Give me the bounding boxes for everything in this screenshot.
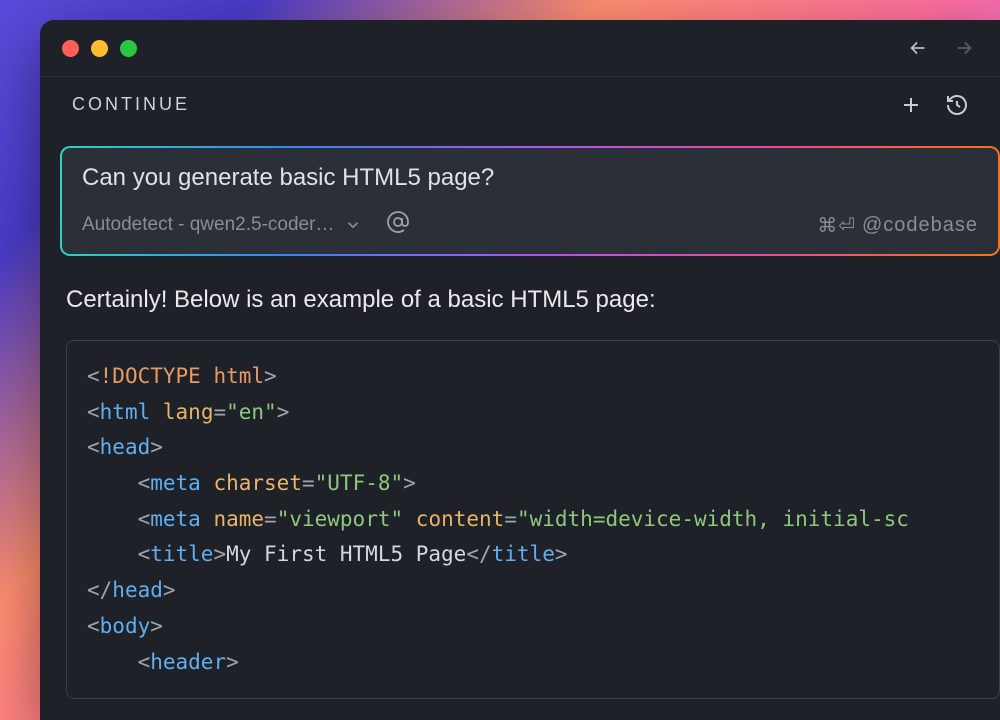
history-button[interactable] (942, 90, 972, 120)
arrow-left-icon (907, 37, 929, 59)
plus-icon (899, 93, 923, 117)
chat-input-controls: Autodetect - qwen2.5-coder… ⌘⏎ @codebase (82, 210, 978, 240)
chat-input-container: Can you generate basic HTML5 page? Autod… (60, 146, 1000, 256)
minimize-window-button[interactable] (91, 40, 108, 57)
maximize-window-button[interactable] (120, 40, 137, 57)
chat-content: Can you generate basic HTML5 page? Autod… (40, 132, 1000, 699)
app-window: CONTINUE Can you generate basic HTML5 pa… (40, 20, 1000, 720)
new-session-button[interactable] (896, 90, 926, 120)
back-button[interactable] (904, 34, 932, 62)
close-window-button[interactable] (62, 40, 79, 57)
forward-button[interactable] (950, 34, 978, 62)
panel-tab-label[interactable]: CONTINUE (72, 94, 190, 115)
panel-toolbar: CONTINUE (40, 76, 1000, 132)
arrow-right-icon (953, 37, 975, 59)
model-selector-label: Autodetect - qwen2.5-coder… (82, 214, 334, 236)
at-sign-icon (386, 210, 410, 234)
chat-input[interactable]: Can you generate basic HTML5 page? (82, 164, 978, 192)
titlebar (40, 20, 1000, 76)
code-block: <!DOCTYPE html> <html lang="en"> <head> … (66, 340, 1000, 699)
assistant-response: Certainly! Below is an example of a basi… (60, 256, 1000, 699)
traffic-lights (62, 40, 137, 57)
model-selector[interactable]: Autodetect - qwen2.5-coder… (82, 214, 362, 236)
response-intro-text: Certainly! Below is an example of a basi… (66, 286, 1000, 314)
mention-button[interactable] (386, 210, 410, 240)
history-icon (945, 93, 969, 117)
chevron-down-icon (344, 216, 362, 234)
submit-shortcut-hint: ⌘⏎ @codebase (817, 213, 978, 238)
